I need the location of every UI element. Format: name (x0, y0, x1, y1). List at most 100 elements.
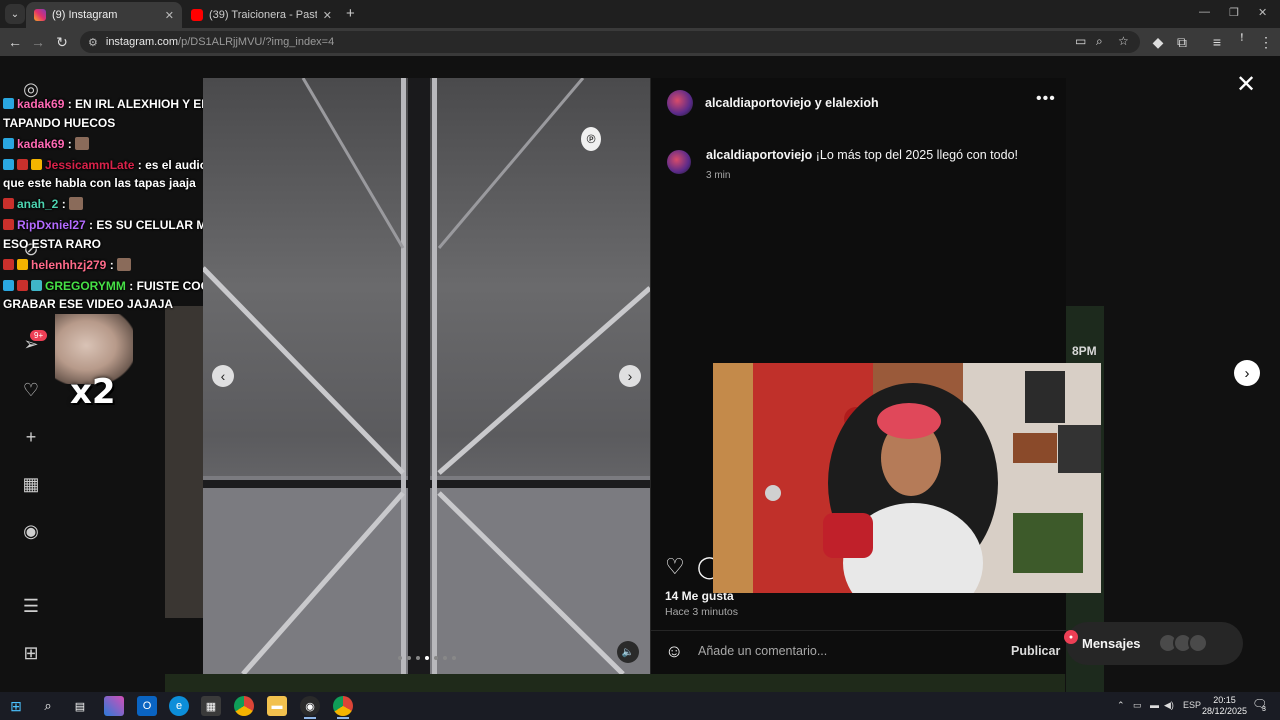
carousel-next-button[interactable]: › (619, 365, 641, 387)
carousel-dot (443, 656, 447, 660)
caption-avatar[interactable] (667, 150, 691, 174)
chat-username[interactable]: GREGORYMM (45, 279, 126, 293)
create-icon[interactable]: + (20, 426, 42, 448)
chat-badge-icon (3, 158, 14, 170)
messages-button[interactable]: Mensajes (1066, 622, 1243, 665)
file-explorer-icon[interactable]: ▬ (267, 696, 287, 716)
forward-icon[interactable]: → (28, 32, 48, 52)
divider (651, 630, 1067, 631)
comment-input[interactable]: Añade un comentario... (698, 644, 827, 658)
caption-text: ¡Lo más top del 2025 llegó con todo! (815, 148, 1018, 162)
restore-icon[interactable]: ❐ (1229, 6, 1239, 19)
extensions-puzzle-icon[interactable]: ⧉ (1172, 32, 1192, 52)
emoji-icon[interactable]: ☺ (665, 641, 683, 662)
chrome-menu-icon[interactable]: ⋮ (1256, 32, 1276, 52)
background-post (165, 306, 205, 618)
chat-text: : (61, 197, 66, 211)
tray-chevron-icon[interactable]: ⌃ (1117, 700, 1125, 711)
tab-close-icon[interactable]: ✕ (323, 9, 332, 22)
reload-icon[interactable]: ↻ (52, 32, 72, 52)
publish-button[interactable]: Publicar (1011, 644, 1060, 658)
window-close-icon[interactable]: ✕ (1258, 6, 1267, 19)
paid-partnership-icon[interactable]: ℗ (581, 127, 601, 151)
carousel-dots (398, 656, 456, 660)
more-apps-icon[interactable]: ⊞ (20, 642, 42, 664)
emote-multiplier: x2 (70, 372, 116, 412)
post-media[interactable] (203, 78, 650, 674)
tray-network-icon[interactable]: ▭ (1133, 700, 1142, 711)
chrome-icon[interactable] (234, 696, 254, 716)
audio-toggle-button[interactable]: 🔈 (617, 641, 639, 663)
window-frame-image (203, 78, 650, 674)
heart-icon[interactable]: ♡ (20, 379, 42, 401)
owner-avatar[interactable] (667, 90, 693, 116)
address-bar[interactable]: ⚙ instagram.com/p/DS1ALRjjMVU/?img_index… (80, 31, 1140, 53)
system-clock[interactable]: 20:15 28/12/2025 (1202, 695, 1247, 717)
messages-label: Mensajes (1082, 636, 1141, 651)
menu-icon[interactable]: ☰ (20, 595, 42, 617)
search-icon[interactable]: ⌕ (38, 696, 58, 716)
tab-instagram[interactable]: (9) Instagram ✕ (26, 2, 182, 28)
background-text: 8PM (1072, 344, 1097, 358)
carousel-dot (407, 656, 411, 660)
carousel-dot (416, 656, 420, 660)
chat-username[interactable]: helenhhzj279 (31, 258, 106, 272)
carousel-prev-button[interactable]: ‹ (212, 365, 234, 387)
minimize-icon[interactable]: — (1199, 6, 1210, 18)
message-avatar (1188, 633, 1208, 653)
post-owner[interactable]: alcaldiaportoviejo y elalexioh (705, 96, 879, 110)
chat-username[interactable]: kadak69 (17, 97, 64, 111)
tab-search-button[interactable]: ⌄ (5, 4, 25, 24)
store-icon[interactable]: ▦ (201, 696, 221, 716)
tray-volume-icon[interactable]: ◀) (1164, 700, 1174, 711)
cast-icon[interactable]: ▭ (1075, 34, 1086, 48)
chat-emote-icon (68, 197, 83, 210)
task-view-icon[interactable]: ▤ (70, 696, 90, 716)
carousel-dot (425, 656, 429, 660)
dashboard-icon[interactable]: ▦ (20, 473, 42, 495)
caption-user[interactable]: alcaldiaportoviejo (706, 148, 812, 162)
obs-icon[interactable]: ◉ (300, 696, 320, 719)
more-options-icon[interactable]: ••• (1036, 90, 1056, 108)
close-modal-icon[interactable]: ✕ (1236, 70, 1256, 99)
clock-date: 28/12/2025 (1202, 706, 1248, 716)
clock-time: 20:15 (1213, 695, 1236, 705)
chat-badge-icon (3, 198, 14, 209)
reading-list-icon[interactable]: ≡ (1207, 32, 1227, 52)
chat-username[interactable]: kadak69 (17, 137, 64, 151)
chat-username[interactable]: anah_2 (17, 197, 58, 211)
chat-emote-icon (116, 257, 131, 271)
site-info-icon[interactable]: ⚙ (88, 36, 98, 49)
language-indicator[interactable]: ESP (1183, 700, 1201, 710)
carousel-dot (398, 656, 402, 660)
chrome-active-icon[interactable] (333, 696, 353, 719)
bookmark-star-icon[interactable]: ☆ (1118, 34, 1129, 48)
chat-badge-icon (17, 158, 28, 170)
chat-badge-icon (31, 158, 42, 170)
chat-badge-icon (31, 279, 42, 291)
tab-youtube[interactable]: (39) Traicionera - Pastor López ✕ (183, 2, 340, 28)
like-heart-icon[interactable]: ♡ (665, 554, 685, 580)
notification-count: 3 (1262, 706, 1266, 713)
tab-close-icon[interactable]: ✕ (165, 9, 174, 22)
notification-badge: 9+ (30, 330, 48, 341)
chat-username[interactable]: JessicammLate (45, 158, 134, 172)
edge-icon[interactable]: e (169, 696, 189, 716)
outlook-icon[interactable]: O (137, 696, 157, 716)
next-post-button[interactable]: › (1234, 360, 1260, 386)
windows-start-icon[interactable]: ⊞ (6, 696, 26, 716)
chat-badge-icon (3, 219, 14, 230)
copilot-icon[interactable] (104, 696, 124, 716)
extension-icon[interactable]: ◆ (1148, 32, 1168, 52)
chat-username[interactable]: RipDxniel27 (17, 218, 86, 232)
messages-avatars (1158, 633, 1208, 653)
profile-icon[interactable]: ꜝ (1232, 32, 1252, 52)
tab-title: (9) Instagram (52, 9, 118, 21)
tray-battery-icon[interactable]: ▬ (1150, 700, 1159, 710)
back-icon[interactable]: ← (5, 32, 25, 52)
chat-badge-icon (3, 137, 14, 149)
youtube-favicon-icon (191, 9, 203, 21)
zoom-icon[interactable]: ⌕ (1096, 34, 1103, 49)
profile-avatar-icon[interactable]: ◉ (20, 520, 42, 542)
new-tab-button[interactable]: + (346, 5, 355, 22)
